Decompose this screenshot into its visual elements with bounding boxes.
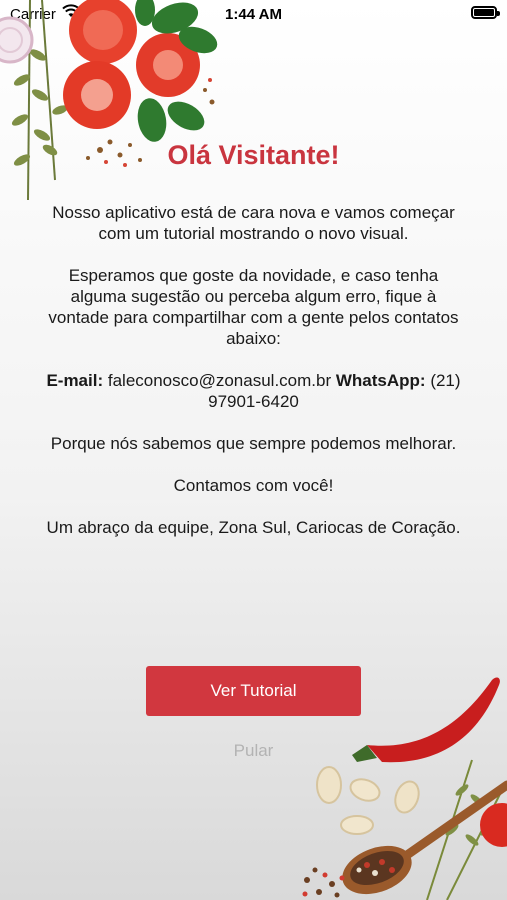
whatsapp-label: WhatsApp: bbox=[335, 371, 426, 390]
email-label: E-mail: bbox=[46, 371, 104, 390]
battery-icon bbox=[471, 6, 500, 19]
skip-button[interactable]: Pular bbox=[0, 741, 507, 761]
vegetables-decoration-top bbox=[0, 0, 218, 201]
welcome-message: Nosso aplicativo está de cara nova e vam… bbox=[40, 202, 467, 559]
count-on-you-paragraph: Contamos com você! bbox=[173, 476, 334, 495]
intro-paragraph: Nosso aplicativo está de cara nova e vam… bbox=[52, 203, 455, 243]
page-title: Olá Visitante! bbox=[167, 140, 340, 170]
contact-paragraph: E-mail: faleconosco@zonasul.com.br Whats… bbox=[40, 370, 467, 412]
signoff-paragraph: Um abraço da equipe, Zona Sul, Cariocas … bbox=[46, 518, 461, 537]
improve-paragraph: Porque nós sabemos que sempre podemos me… bbox=[50, 434, 457, 453]
feedback-paragraph: Esperamos que goste da novidade, e caso … bbox=[48, 266, 459, 348]
view-tutorial-button[interactable]: Ver Tutorial bbox=[146, 666, 361, 716]
email-value[interactable]: faleconosco@zonasul.com.br bbox=[108, 371, 331, 390]
